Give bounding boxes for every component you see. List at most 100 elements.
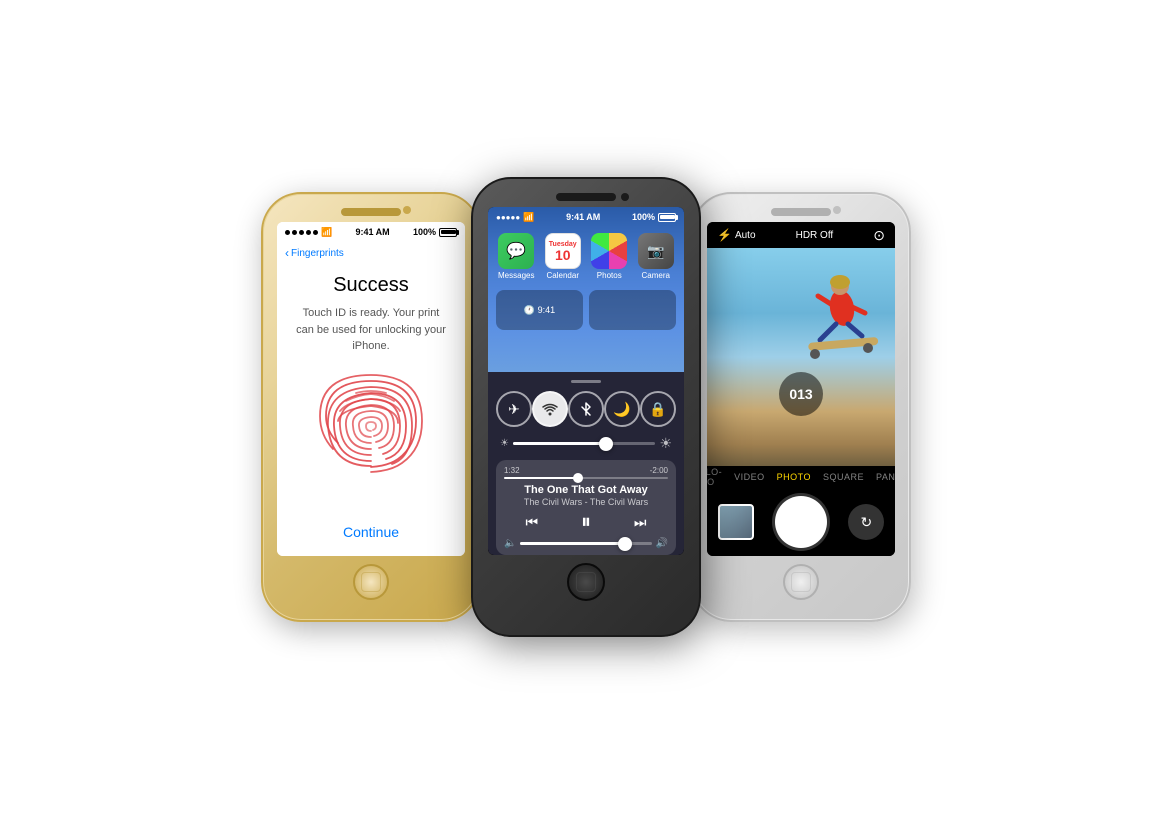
phone-2-spacegray: ●●●●● 📶 9:41 AM 100% — [471, 177, 701, 637]
cc-app-icons: 💬 Messages Tuesday 10 Calendar — [488, 227, 684, 286]
battery-fill-1 — [441, 230, 456, 235]
brightness-thumb[interactable] — [599, 437, 613, 451]
bluetooth-toggle[interactable] — [568, 391, 604, 427]
camera-emoji: 📷 — [647, 243, 664, 260]
earpiece-1 — [341, 208, 401, 216]
back-button-1[interactable]: ‹ Fingerprints — [285, 246, 344, 260]
fast-forward-button[interactable]: ⏭ — [634, 514, 647, 531]
home-btn-inner-2 — [576, 572, 596, 592]
camera-app[interactable]: 📷 Camera — [636, 233, 677, 280]
wifi-toggle-icon — [542, 402, 558, 416]
continue-button[interactable]: Continue — [343, 524, 399, 540]
music-controls: ⏮ ⏸ ⏭ — [504, 511, 668, 534]
home-button-3[interactable] — [783, 564, 819, 600]
airplane-toggle[interactable]: ✈ — [496, 391, 532, 427]
mode-square[interactable]: SQUARE — [823, 472, 864, 482]
mode-video[interactable]: VIDEO — [734, 472, 765, 482]
skater-figure — [790, 258, 880, 388]
music-elapsed: 1:32 — [504, 466, 520, 475]
rotation-lock-toggle[interactable]: 🔒 — [640, 391, 676, 427]
dnd-toggle[interactable]: 🌙 — [604, 391, 640, 427]
hdr-button[interactable]: HDR Off — [796, 230, 834, 241]
volume-slider[interactable] — [520, 542, 651, 545]
widget-row: 🕐 9:41 — [488, 286, 684, 334]
mode-pano[interactable]: PANO — [876, 472, 895, 482]
messages-app[interactable]: 💬 Messages — [496, 233, 537, 280]
music-progress-track[interactable] — [504, 477, 668, 479]
volume-thumb[interactable] — [618, 537, 632, 551]
cc-wifi-icon: 📶 — [523, 212, 534, 223]
clock-widget: 🕐 9:41 — [496, 290, 583, 330]
home-btn-inner-3 — [791, 572, 810, 591]
status-time-1: 9:41 AM — [356, 227, 390, 237]
messages-emoji: 💬 — [506, 241, 526, 261]
screen-3: ⚡ Auto HDR Off ⊙ — [707, 222, 895, 556]
cc-homescreen: ●●●●● 📶 9:41 AM 100% — [488, 207, 684, 372]
cc-status-bar: ●●●●● 📶 9:41 AM 100% — [488, 207, 684, 227]
home-button-1[interactable] — [353, 564, 389, 600]
phone-3-silver: ⚡ Auto HDR Off ⊙ — [691, 192, 911, 622]
rewind-button[interactable]: ⏮ — [525, 514, 538, 531]
camera-switch-button[interactable]: ⊙ — [873, 227, 885, 244]
chevron-left-icon: ‹ — [285, 246, 289, 260]
phone-1-gold: 📶 9:41 AM 100% ‹ Fingerpri — [261, 192, 481, 622]
home-button-2[interactable] — [567, 563, 605, 601]
success-desc: Touch ID is ready. Your print can be use… — [293, 305, 449, 355]
brightness-row: ☀ ☀ — [496, 433, 676, 454]
status-bar-1: 📶 9:41 AM 100% — [277, 222, 465, 242]
brightness-slider[interactable] — [513, 442, 655, 445]
camera-controls: ↻ — [707, 488, 895, 556]
photos-label: Photos — [597, 271, 622, 280]
mode-photo[interactable]: PHOTO — [777, 472, 811, 482]
control-center-screen: ●●●●● 📶 9:41 AM 100% — [488, 207, 684, 555]
photos-app[interactable]: Photos — [589, 233, 630, 280]
phones-container: 📶 9:41 AM 100% ‹ Fingerpri — [241, 157, 931, 657]
flash-icon: ⚡ — [717, 228, 732, 242]
front-camera-2 — [621, 193, 629, 201]
battery-tip-1 — [457, 230, 459, 235]
cc-battery-icon — [658, 213, 676, 222]
calendar-date: 10 — [555, 248, 571, 262]
bluetooth-icon — [580, 401, 592, 417]
photo-counter: 013 — [779, 372, 823, 416]
screen-2: ●●●●● 📶 9:41 AM 100% — [488, 207, 684, 555]
earpiece-3 — [771, 208, 831, 216]
calendar-icon: Tuesday 10 — [545, 233, 581, 269]
music-artist: The Civil Wars - The Civil Wars — [504, 497, 668, 507]
clock-display: 🕐 9:41 — [524, 305, 555, 316]
music-progress-fill — [504, 477, 578, 479]
camera-app-icon: 📷 — [638, 233, 674, 269]
battery-pct-1: 100% — [413, 227, 436, 237]
camera-top-bar: ⚡ Auto HDR Off ⊙ — [707, 222, 895, 248]
wifi-toggle[interactable] — [532, 391, 568, 427]
screen-1: 📶 9:41 AM 100% ‹ Fingerpri — [277, 222, 465, 556]
back-label-1: Fingerprints — [291, 248, 344, 259]
signal-dot — [285, 230, 290, 235]
signal-dots-1 — [285, 230, 318, 235]
signal-dot — [306, 230, 311, 235]
messages-label: Messages — [498, 271, 534, 280]
shutter-button[interactable] — [775, 496, 827, 548]
cc-signal: ●●●●● — [496, 213, 520, 222]
mode-slomo[interactable]: SLO-MO — [707, 467, 722, 487]
flash-label: Auto — [735, 230, 756, 241]
music-remaining: -2:00 — [650, 466, 668, 475]
calendar-app[interactable]: Tuesday 10 Calendar — [543, 233, 584, 280]
photo-thumbnail[interactable] — [718, 504, 754, 540]
camera-label: Camera — [642, 271, 670, 280]
camera-flip-button[interactable]: ↻ — [848, 504, 884, 540]
camera-flash-control[interactable]: ⚡ Auto — [717, 228, 756, 242]
status-left-1: 📶 — [285, 227, 332, 238]
status-right-1: 100% — [413, 227, 457, 237]
wifi-icon-1: 📶 — [321, 227, 332, 238]
touchid-content: Success Touch ID is ready. Your print ca… — [277, 264, 465, 524]
home-btn-inner-1 — [361, 572, 380, 591]
calendar-label: Calendar — [547, 271, 579, 280]
music-player: 1:32 -2:00 The One That Got Away The Civ… — [496, 460, 676, 555]
camera-viewfinder: 013 — [707, 248, 895, 466]
signal-dot — [292, 230, 297, 235]
play-pause-button[interactable]: ⏸ — [581, 511, 591, 534]
music-time-row: 1:32 -2:00 — [504, 466, 668, 475]
cc-time: 9:41 AM — [566, 212, 600, 222]
music-progress-thumb[interactable] — [573, 473, 583, 483]
